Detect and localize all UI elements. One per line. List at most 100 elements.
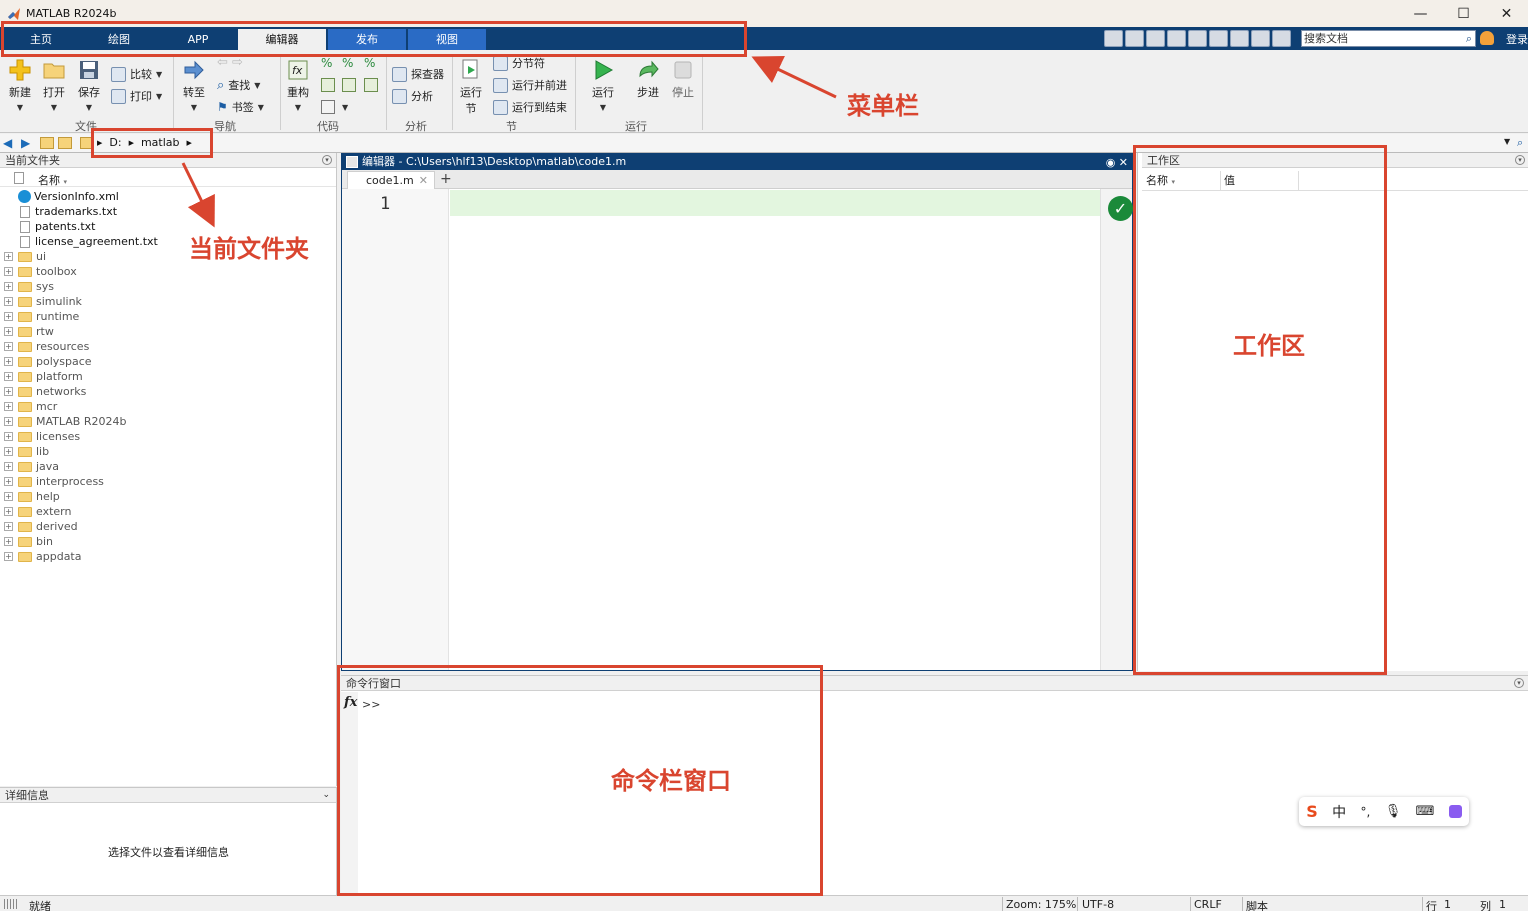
expand-plus-icon[interactable]: + — [4, 522, 13, 531]
folder-item[interactable]: + extern — [0, 504, 337, 519]
wrap-comment-icon[interactable]: % — [364, 56, 375, 70]
profiler-button[interactable]: 探查器 — [392, 66, 444, 82]
cut-icon[interactable] — [1125, 30, 1144, 47]
bookmark-button[interactable]: ⚑ 书签 ▼ — [217, 99, 264, 115]
expand-plus-icon[interactable]: + — [4, 477, 13, 486]
microphone-icon[interactable]: 🎙 — [1385, 804, 1402, 819]
code-line-current[interactable] — [450, 190, 1100, 216]
panel-menu-icon[interactable]: ▾ — [1515, 155, 1525, 165]
folder-item[interactable]: + interprocess — [0, 474, 337, 489]
expand-plus-icon[interactable]: + — [4, 462, 13, 471]
goto-button[interactable]: 转至 ▼ — [180, 58, 208, 113]
decrease-indent-icon[interactable] — [342, 78, 356, 92]
copy-icon[interactable] — [1146, 30, 1165, 47]
folder-item[interactable]: + toolbox — [0, 264, 337, 279]
folder-item[interactable]: + derived — [0, 519, 337, 534]
save-icon[interactable] — [1104, 30, 1123, 47]
run-section-button[interactable]: 运行 节 — [457, 58, 485, 116]
keyboard-icon[interactable]: ⌨ — [1416, 804, 1435, 819]
analyze-button[interactable]: 分析 — [392, 88, 433, 104]
search-icon[interactable]: ⌕ — [1466, 31, 1472, 46]
switch-windows-icon[interactable] — [1230, 30, 1249, 47]
close-window-button[interactable]: ✕ — [1485, 0, 1528, 27]
folder-search-icon[interactable]: ⌕ — [1517, 136, 1523, 150]
chevron-down-icon[interactable]: ⌄ — [322, 788, 330, 803]
increase-indent-icon[interactable] — [364, 78, 378, 92]
up-folder-icon[interactable] — [40, 137, 54, 149]
folder-item[interactable]: + help — [0, 489, 337, 504]
folder-item[interactable]: + MATLAB R2024b — [0, 414, 337, 429]
expand-plus-icon[interactable]: + — [4, 537, 13, 546]
folder-item[interactable]: + polyspace — [0, 354, 337, 369]
help-icon[interactable] — [1251, 30, 1270, 47]
undo-icon[interactable] — [1188, 30, 1207, 47]
run-button[interactable]: 运行 ▼ — [589, 58, 617, 113]
folder-item[interactable]: + resources — [0, 339, 337, 354]
expand-plus-icon[interactable]: + — [4, 492, 13, 501]
redo-icon[interactable] — [1209, 30, 1228, 47]
folder-item[interactable]: + appdata — [0, 549, 337, 564]
expand-plus-icon[interactable]: + — [4, 312, 13, 321]
indent-icon[interactable] — [321, 78, 335, 92]
folder-item[interactable]: + lib — [0, 444, 337, 459]
editor-tab-code1[interactable]: code1.m ✕ — [347, 171, 435, 189]
code-ok-check-icon[interactable]: ✓ — [1108, 196, 1133, 221]
login-link[interactable]: 登录 — [1506, 31, 1528, 47]
minimize-button[interactable]: — — [1399, 0, 1442, 27]
folder-item[interactable]: + simulink — [0, 294, 337, 309]
folder-item[interactable]: + sys — [0, 279, 337, 294]
close-tab-icon[interactable]: ✕ — [419, 172, 428, 189]
expand-plus-icon[interactable]: + — [4, 552, 13, 561]
options-icon[interactable] — [1272, 30, 1291, 47]
new-button[interactable]: 新建 ▼ — [6, 58, 34, 113]
panel-menu-icon[interactable]: ▾ — [1514, 678, 1524, 688]
panel-menu-icon[interactable]: ▾ — [322, 155, 332, 165]
expand-plus-icon[interactable]: + — [4, 417, 13, 426]
editor-panel-controls[interactable]: ◉ ✕ — [1106, 155, 1128, 171]
folder-item[interactable]: + licenses — [0, 429, 337, 444]
folder-item[interactable]: + runtime — [0, 309, 337, 324]
code-more-chevron-down-icon[interactable]: ▼ — [342, 103, 348, 112]
open-button[interactable]: 打开 ▼ — [40, 58, 68, 113]
search-docs-input[interactable]: 搜索文档 ⌕ — [1301, 30, 1476, 47]
notification-bell-icon[interactable] — [1480, 31, 1494, 45]
folder-item[interactable]: + rtw — [0, 324, 337, 339]
run-and-advance-button[interactable]: 运行并前进 — [493, 77, 567, 93]
ime-language-toggle[interactable]: 中 — [1332, 802, 1346, 822]
folder-item[interactable]: + platform — [0, 369, 337, 384]
expand-plus-icon[interactable]: + — [4, 267, 13, 276]
compare-button[interactable]: 比较 ▼ — [111, 66, 162, 82]
address-dropdown-icon[interactable]: ▼ — [1504, 137, 1510, 146]
expand-plus-icon[interactable]: + — [4, 327, 13, 336]
file-item[interactable]: VersionInfo.xml — [0, 189, 337, 204]
new-tab-plus-icon[interactable]: + — [440, 171, 452, 187]
folder-item[interactable]: + bin — [0, 534, 337, 549]
name-column-header[interactable]: 名称 ▾ — [38, 172, 67, 188]
punctuation-icon[interactable]: °, — [1361, 805, 1371, 819]
paste-icon[interactable] — [1167, 30, 1186, 47]
maximize-button[interactable]: ☐ — [1442, 0, 1485, 27]
comment-percent-icon[interactable]: % — [321, 56, 332, 70]
browse-folder-icon[interactable] — [58, 137, 72, 149]
skin-icon[interactable] — [1448, 805, 1462, 818]
expand-plus-icon[interactable]: + — [4, 402, 13, 411]
section-break-button[interactable]: 分节符 — [493, 55, 545, 71]
folder-item[interactable]: + networks — [0, 384, 337, 399]
find-button[interactable]: ⌕ 查找 ▼ — [217, 77, 260, 93]
back-forward-arrows-icon[interactable]: ⇦ ⇨ — [217, 55, 243, 70]
forward-arrow-icon[interactable]: ▶ — [21, 136, 30, 150]
expand-plus-icon[interactable]: + — [4, 252, 13, 261]
expand-plus-icon[interactable]: + — [4, 342, 13, 351]
expand-plus-icon[interactable]: + — [4, 297, 13, 306]
folder-item[interactable]: + mcr — [0, 399, 337, 414]
expand-plus-icon[interactable]: + — [4, 357, 13, 366]
print-button[interactable]: 打印 ▼ — [111, 88, 162, 104]
run-to-end-button[interactable]: 运行到结束 — [493, 99, 567, 115]
smart-indent-icon[interactable] — [321, 100, 335, 114]
expand-plus-icon[interactable]: + — [4, 387, 13, 396]
sogou-logo-icon[interactable]: S — [1306, 802, 1318, 821]
save-button[interactable]: 保存 ▼ — [75, 58, 103, 113]
expand-plus-icon[interactable]: + — [4, 282, 13, 291]
back-arrow-icon[interactable]: ◀ — [3, 136, 12, 150]
folder-item[interactable]: + java — [0, 459, 337, 474]
